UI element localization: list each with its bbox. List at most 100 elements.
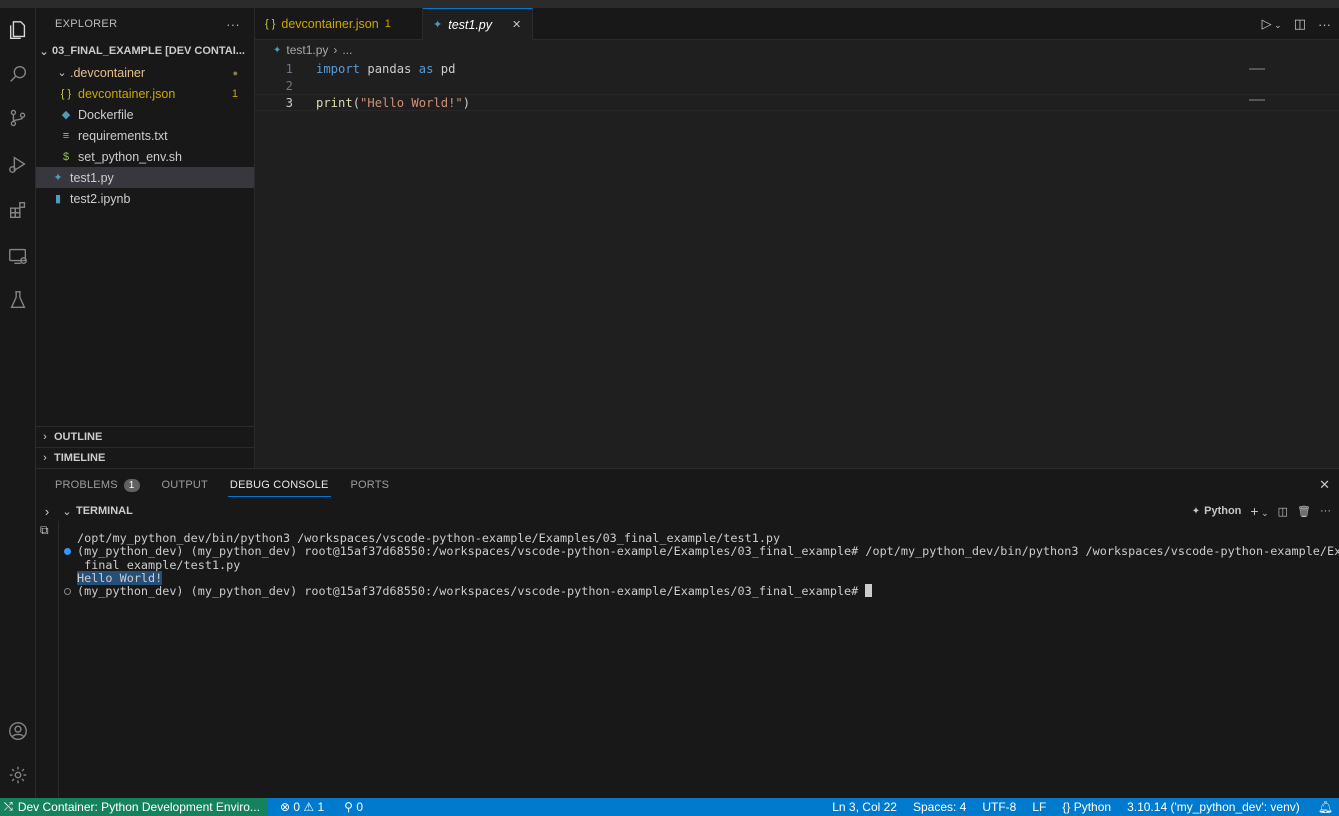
terminal-label[interactable]: TERMINAL (76, 505, 133, 517)
close-icon[interactable]: ✕ (512, 18, 521, 31)
editor-actions: ▷ ⌄ ◫ ··· (1262, 8, 1331, 40)
chevron-right-icon: › (43, 452, 47, 464)
python-interpreter[interactable]: 3.10.14 ('my_python_dev': venv) (1121, 800, 1306, 814)
split-terminal-icon[interactable]: ◫ (1278, 505, 1288, 518)
explorer-more-icon[interactable]: ··· (226, 17, 240, 32)
outline-section[interactable]: › OUTLINE (36, 426, 255, 447)
tree-item-test2-ipynb[interactable]: ▮ test2.ipynb (36, 188, 254, 209)
status-right: Ln 3, Col 22 Spaces: 4 UTF-8 LF {} Pytho… (826, 798, 1339, 816)
tree-item-label: set_python_env.sh (78, 149, 183, 164)
minimap-line (1249, 99, 1265, 101)
tab-label: PORTS (350, 479, 390, 491)
split-editor-icon[interactable]: ◫ (1294, 16, 1306, 32)
remote-explorer-icon[interactable] (0, 236, 36, 276)
terminal-line: _final_example/test1.py (77, 558, 241, 572)
tree-item-set-python-env[interactable]: $ set_python_env.sh (36, 146, 254, 167)
source-control-icon[interactable] (0, 98, 36, 138)
breadcrumb-file[interactable]: test1.py (286, 43, 328, 57)
activity-bar (0, 8, 36, 798)
terminal-shell-selector[interactable]: ✦ Python (1192, 505, 1242, 517)
run-debug-icon[interactable] (0, 144, 36, 184)
docker-icon: ◆ (61, 109, 71, 121)
explorer-header: EXPLORER ··· (36, 8, 254, 40)
files-icon[interactable] (0, 10, 36, 50)
tab-label: OUTPUT (161, 479, 208, 491)
minimap-line (1249, 68, 1265, 70)
remote-indicator[interactable]: ⤭ Dev Container: Python Development Envi… (0, 798, 268, 816)
tree-item-devcontainer-json[interactable]: { } devcontainer.json 1 (36, 83, 254, 104)
ports-status[interactable]: ⚲ 0 (338, 800, 369, 814)
tab-test1-py[interactable]: ✦ test1.py ✕ (423, 8, 533, 40)
command-success-dot[interactable] (64, 548, 71, 555)
tree-item-test1-py[interactable]: ✦ test1.py (36, 167, 254, 188)
tab-output[interactable]: OUTPUT (151, 469, 219, 501)
python-icon: ✦ (53, 172, 63, 184)
end-of-line[interactable]: LF (1026, 800, 1052, 814)
terminal-output-selected: Hello World! (77, 571, 163, 585)
terminal-actions: ✦ Python + ⌄ ◫ 🗑 ··· (1192, 501, 1331, 521)
manage-gear-icon[interactable] (0, 755, 36, 795)
cursor-position[interactable]: Ln 3, Col 22 (826, 800, 903, 814)
more-actions-icon[interactable]: ··· (1320, 505, 1331, 517)
terminal-tab-icon[interactable]: ⧉ (40, 523, 49, 538)
python-icon: ✦ (1191, 505, 1201, 517)
code-line: 2 (255, 77, 1339, 94)
timeline-label: TIMELINE (54, 452, 106, 464)
terminal-line: (my_python_dev) (my_python_dev) root@15a… (77, 544, 1339, 558)
braces-icon: {} (1062, 800, 1071, 814)
code-text: import pandas as pd (316, 62, 455, 76)
tab-label: PROBLEMS (55, 479, 118, 491)
problems-status[interactable]: ⊗ 0 ⚠ 1 (274, 800, 330, 814)
command-pending-dot[interactable] (64, 588, 71, 595)
tab-problems[interactable]: PROBLEMS 1 (36, 469, 151, 501)
function-print: print (316, 95, 353, 110)
more-actions-icon[interactable]: ··· (1318, 17, 1331, 32)
explorer-sidebar: EXPLORER ··· ⌄ 03_FINAL_EXAMPLE [DEV CON… (36, 8, 255, 468)
text-file-icon: ≡ (62, 129, 70, 142)
tree-item-label: devcontainer.json (78, 86, 176, 101)
timeline-section[interactable]: › TIMELINE (36, 447, 255, 468)
json-file-icon: { } (60, 87, 72, 100)
tree-item-devcontainer-folder[interactable]: ⌄ .devcontainer ● (36, 62, 254, 83)
tab-debug-console[interactable]: DEBUG CONSOLE (219, 469, 340, 501)
extensions-icon[interactable] (0, 190, 36, 230)
tree-item-dockerfile[interactable]: ◆ Dockerfile (36, 104, 254, 125)
notifications-bell-icon[interactable]: 🔔︎ (1312, 800, 1339, 814)
ports-antenna-icon: ⚲ (344, 800, 353, 814)
chevron-down-icon: ⌄ (62, 505, 72, 518)
run-python-file-icon[interactable]: ▷ ⌄ (1262, 16, 1282, 32)
kill-terminal-icon[interactable]: 🗑 (1297, 505, 1311, 518)
terminal-prompt: (my_python_dev) (my_python_dev) root@15a… (77, 584, 866, 598)
module-name: pandas (360, 61, 419, 76)
tree-item-label: requirements.txt (78, 128, 168, 143)
indentation[interactable]: Spaces: 4 (907, 800, 972, 814)
selected-text: Hello World! (77, 571, 163, 585)
line-number: 2 (285, 78, 293, 93)
status-bar: ⤭ Dev Container: Python Development Envi… (0, 798, 1339, 816)
remote-icon: ⤭ (4, 800, 13, 813)
chevron-right-icon[interactable]: › (36, 504, 58, 519)
terminal-output[interactable]: /opt/my_python_dev/bin/python3 /workspac… (58, 521, 1339, 799)
chevron-down-icon: ⌄ (39, 45, 49, 58)
testing-icon[interactable] (0, 280, 36, 320)
language-mode[interactable]: {} Python (1056, 800, 1117, 814)
new-terminal-icon[interactable]: + ⌄ (1250, 503, 1268, 519)
module-alias: pd (433, 61, 456, 76)
python-icon: ✦ (273, 44, 282, 56)
account-icon[interactable] (0, 711, 36, 751)
tree-item-requirements[interactable]: ≡ requirements.txt (36, 125, 254, 146)
encoding[interactable]: UTF-8 (976, 800, 1022, 814)
code-editor[interactable]: 1 import pandas as pd 2 3 print("Hello W… (255, 60, 1339, 468)
remote-label: Dev Container: Python Development Enviro… (17, 800, 260, 814)
tab-ports[interactable]: PORTS (340, 469, 401, 501)
search-icon[interactable] (0, 54, 36, 94)
window-top-strip (0, 0, 1339, 8)
breadcrumb-symbols[interactable]: ... (342, 43, 352, 57)
terminal-cursor (865, 584, 873, 597)
tree-item-label: test1.py (70, 170, 114, 185)
workspace-root[interactable]: ⌄ 03_FINAL_EXAMPLE [DEV CONTAI... (36, 40, 254, 62)
tab-devcontainer-json[interactable]: { } devcontainer.json 1 (255, 8, 423, 40)
close-panel-icon[interactable]: ✕ (1319, 477, 1330, 493)
error-icon: ⊗ (279, 800, 290, 814)
terminal-line: /opt/my_python_dev/bin/python3 /workspac… (77, 531, 781, 545)
